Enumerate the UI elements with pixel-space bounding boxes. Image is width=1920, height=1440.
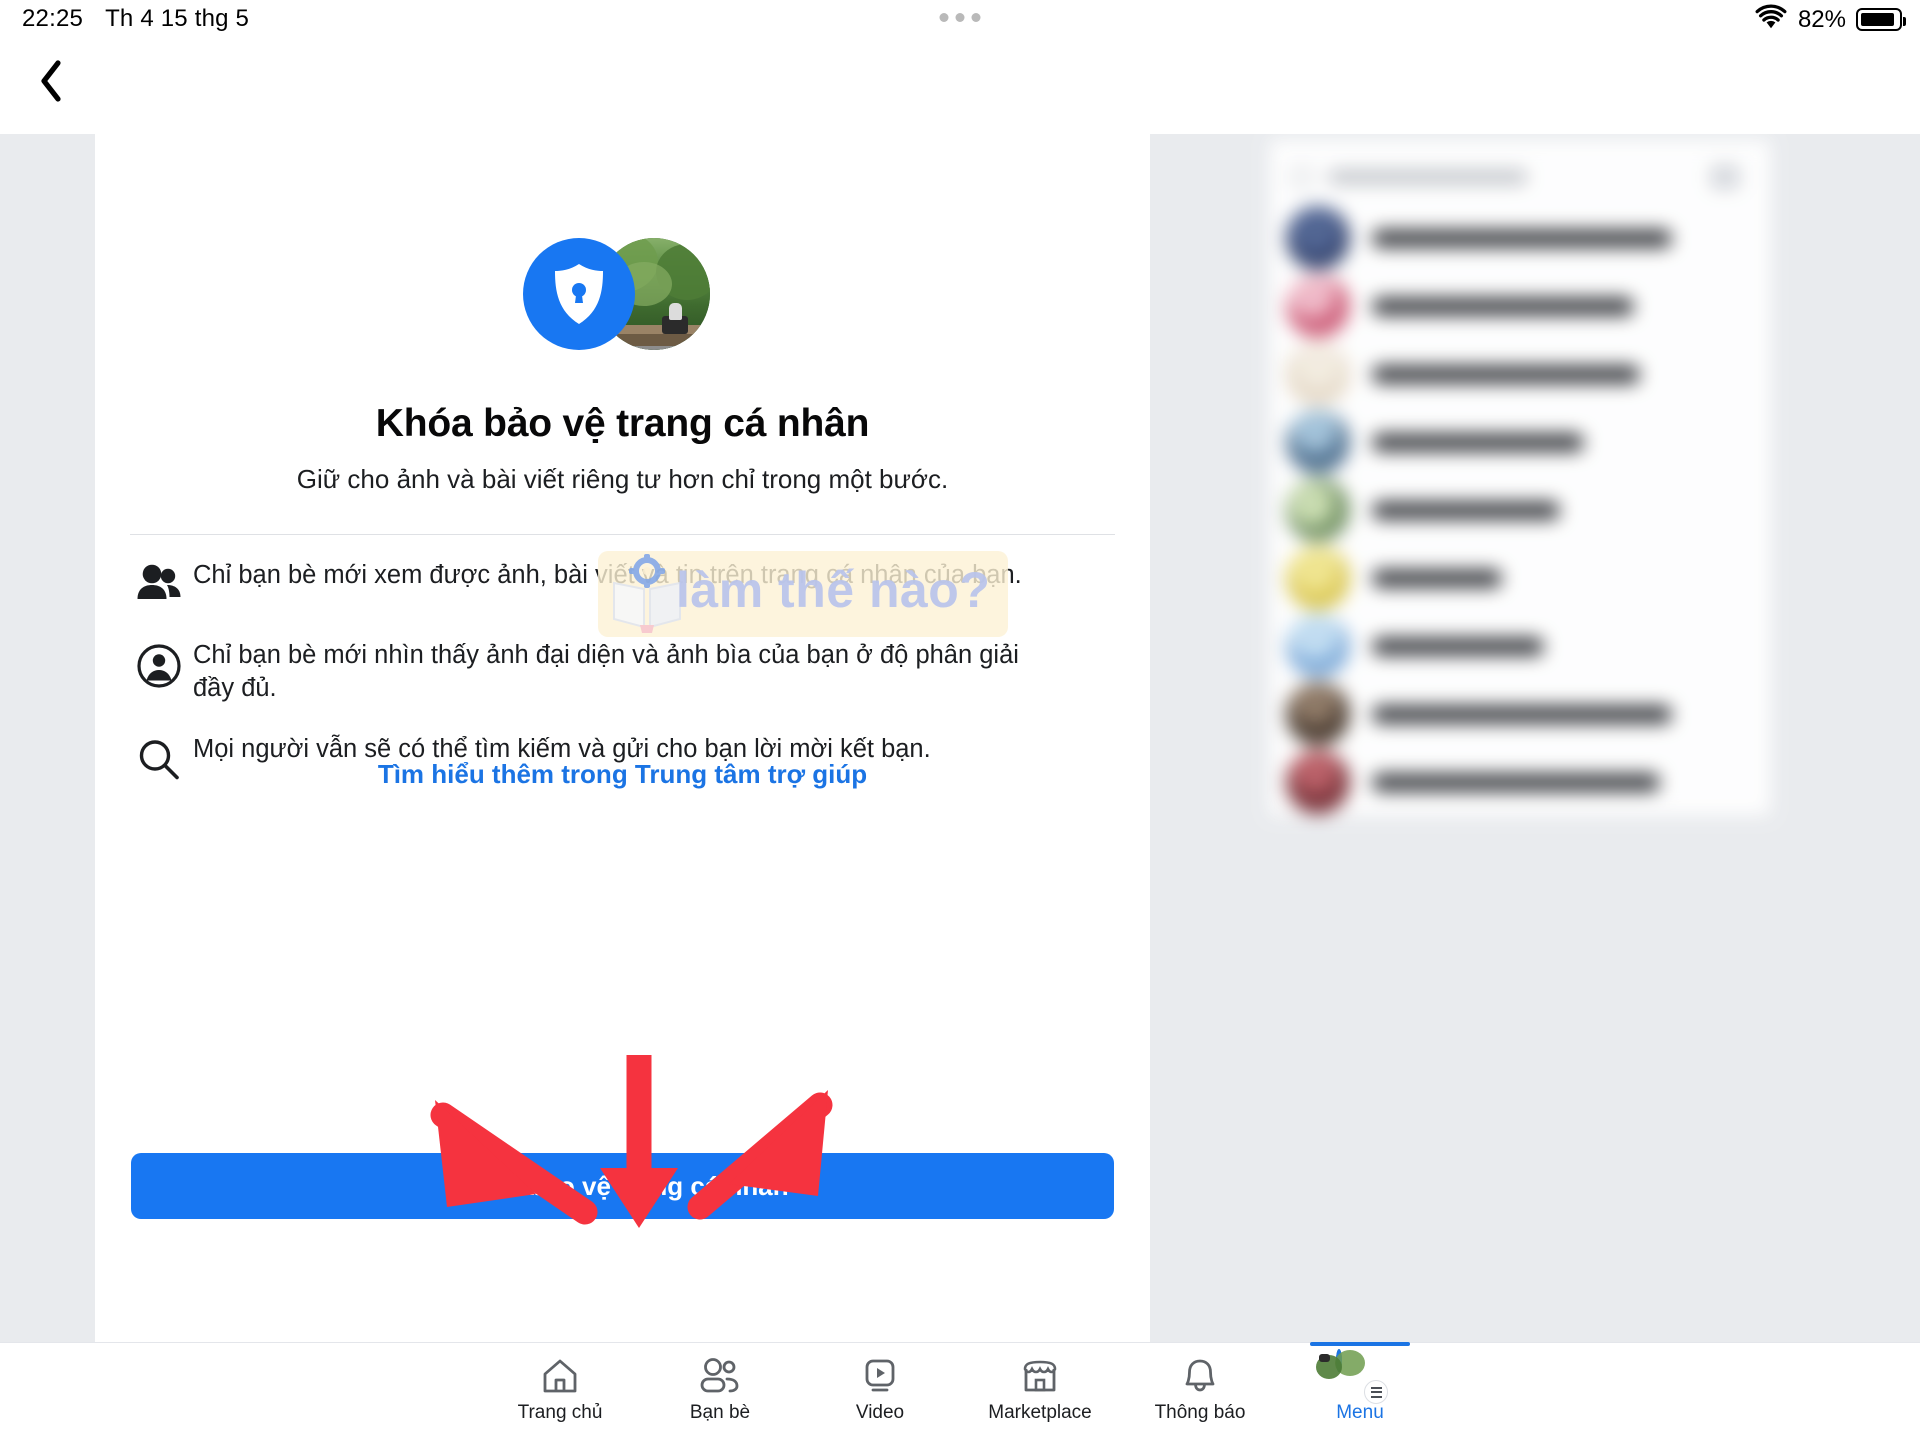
- avatar: [1286, 614, 1350, 678]
- friends-list-panel-blurred: [1270, 140, 1770, 815]
- avatar: [1316, 1349, 1365, 1379]
- avatar: [1286, 206, 1350, 270]
- list-item: [1286, 272, 1756, 340]
- list-item: Chỉ bạn bè mới xem được ảnh, bài viết và…: [130, 559, 1115, 611]
- tab-menu[interactable]: Menu: [1296, 1342, 1424, 1440]
- divider: [130, 534, 1115, 535]
- status-bar: 22:25 Th 4 15 thg 5 82%: [0, 0, 1920, 38]
- status-date: Th 4 15 thg 5: [105, 5, 250, 32]
- tab-video[interactable]: Video: [816, 1343, 944, 1440]
- home-icon: [540, 1356, 580, 1396]
- list-item: [1286, 544, 1756, 612]
- friends-icon: [130, 559, 188, 611]
- list-item-label: [1372, 636, 1544, 656]
- friends-icon: [699, 1356, 741, 1396]
- tab-label: Thông báo: [1154, 1402, 1246, 1423]
- back-button[interactable]: [20, 50, 82, 112]
- search-icon: [1290, 165, 1314, 189]
- chevron-left-icon: [41, 60, 61, 102]
- avatar: [1286, 478, 1350, 542]
- list-item-label: [1372, 364, 1640, 384]
- list-item-label: Chỉ bạn bè mới nhìn thấy ảnh đại diện và…: [193, 641, 1019, 703]
- profile-circle-icon: [130, 639, 188, 691]
- list-item-label: [1372, 432, 1584, 452]
- list-item: [1286, 612, 1756, 680]
- list-item: [1286, 476, 1756, 544]
- panel-search-field: [1328, 169, 1528, 185]
- status-bar-left: 22:25 Th 4 15 thg 5: [22, 5, 249, 33]
- battery-icon: [1856, 8, 1906, 31]
- list-item-label: [1372, 704, 1672, 724]
- hamburger-badge-icon: [1364, 1380, 1388, 1404]
- bottom-tab-bar: Trang chủ Bạn bè Video Marketplace Thông…: [0, 1342, 1920, 1440]
- avatar: [1286, 750, 1350, 814]
- list-item: [1286, 340, 1756, 408]
- screen-root: 22:25 Th 4 15 thg 5 82% Khóa bảo vệ tran…: [0, 0, 1920, 1440]
- list-item-label: [1372, 772, 1660, 792]
- list-item-label: Chỉ bạn bè mới xem được ảnh, bài viết và…: [193, 561, 1022, 589]
- tab-label: Video: [855, 1402, 905, 1423]
- page-title: Khóa bảo vệ trang cá nhân: [375, 402, 870, 445]
- list-item-label: [1372, 568, 1502, 588]
- tab-label: Menu: [1336, 1402, 1384, 1423]
- tab-label: Bạn bè: [689, 1402, 751, 1423]
- list-item-label: [1372, 500, 1560, 520]
- status-time: 22:25: [22, 5, 84, 32]
- menu-avatar-icon: [1316, 1349, 1388, 1404]
- avatar: [1286, 342, 1350, 406]
- hero-illustration: [95, 234, 1150, 354]
- list-item-label: [1372, 296, 1634, 316]
- wifi-icon: [1754, 4, 1788, 35]
- three-dots-icon: [939, 13, 981, 22]
- page-subtitle: Giữ cho ảnh và bài viết riêng tư hơn chỉ…: [296, 464, 949, 494]
- bell-icon: [1180, 1356, 1220, 1396]
- battery-percent: 82%: [1797, 5, 1846, 33]
- tab-label: Trang chủ: [517, 1402, 603, 1423]
- help-center-link[interactable]: Tìm hiểu thêm trong Trung tâm trợ giúp: [95, 759, 1150, 790]
- list-item: [1286, 680, 1756, 748]
- tab-notifications[interactable]: Thông báo: [1136, 1343, 1264, 1440]
- compose-icon: [1710, 164, 1740, 190]
- avatar: [1286, 682, 1350, 746]
- profile-lock-card: Khóa bảo vệ trang cá nhân Giữ cho ảnh và…: [95, 134, 1150, 1342]
- video-icon: [860, 1356, 900, 1396]
- tab-friends[interactable]: Bạn bè: [656, 1343, 784, 1440]
- tab-home[interactable]: Trang chủ: [496, 1343, 624, 1440]
- cta-container: Khóa bảo vệ trang cá nhân: [95, 1153, 1150, 1219]
- avatar: [1286, 274, 1350, 338]
- status-bar-right: 82%: [1754, 4, 1906, 35]
- list-item: [1286, 204, 1756, 272]
- list-item-label: [1372, 228, 1672, 248]
- tab-label: Marketplace: [988, 1402, 1092, 1423]
- tab-marketplace[interactable]: Marketplace: [976, 1343, 1104, 1440]
- shield-lock-icon: [522, 238, 635, 350]
- marketplace-icon: [1020, 1356, 1060, 1396]
- list-item: [1286, 408, 1756, 476]
- avatar: [1286, 546, 1350, 610]
- list-item: Chỉ bạn bè mới nhìn thấy ảnh đại diện và…: [130, 639, 1115, 705]
- top-nav-bar: [0, 38, 1920, 134]
- avatar: [1286, 410, 1350, 474]
- list-item: [1286, 748, 1756, 816]
- lock-profile-button[interactable]: Khóa bảo vệ trang cá nhân: [131, 1153, 1114, 1219]
- panel-search-bar: [1290, 156, 1750, 198]
